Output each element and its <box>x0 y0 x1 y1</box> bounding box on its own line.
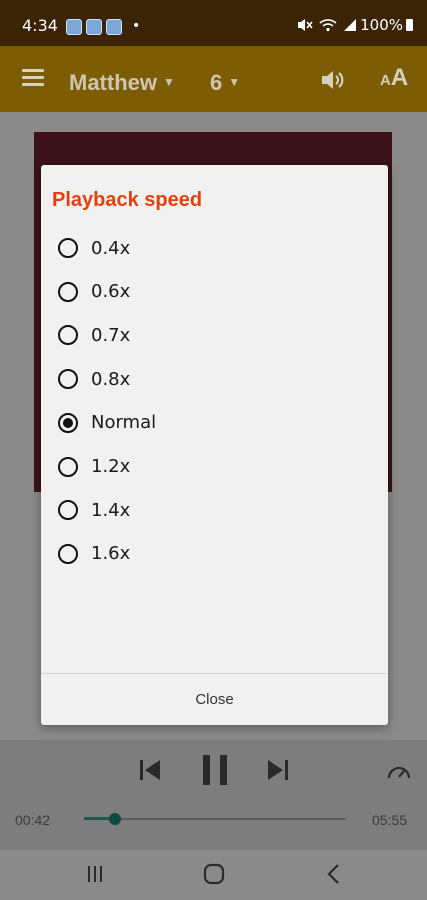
close-button[interactable]: Close <box>41 674 388 725</box>
total-duration: 05:55 <box>372 812 408 828</box>
progress-slider[interactable] <box>84 813 346 825</box>
speed-option-label: 0.6x <box>91 281 131 303</box>
menu-icon[interactable] <box>22 69 44 86</box>
signal-icon <box>344 19 356 31</box>
notification-icon <box>66 19 82 35</box>
pause-icon[interactable] <box>200 754 230 786</box>
speed-option-label: 1.6x <box>91 543 131 565</box>
speed-option[interactable]: 1.6x <box>58 539 130 569</box>
notification-icon <box>106 19 122 35</box>
speed-option[interactable]: 0.6x <box>58 277 130 307</box>
text-size-large: A <box>390 64 409 91</box>
speed-option[interactable]: 0.7x <box>58 320 130 350</box>
status-bar: 4:34 • 100% <box>0 0 427 46</box>
speed-option-label: 0.7x <box>91 324 131 346</box>
speed-option[interactable]: 1.4x <box>58 495 130 525</box>
notification-icon <box>86 19 102 35</box>
playback-speed-dialog: Playback speed 0.4x 0.6x 0.7x 0.8x Normal 1.2… <box>41 165 388 725</box>
radio-unchecked-icon[interactable] <box>58 543 78 564</box>
speed-option-label: 1.2x <box>91 456 131 477</box>
text-size-small: A <box>380 72 391 89</box>
radio-unchecked-icon[interactable] <box>58 281 78 302</box>
system-navigation-bar <box>0 850 427 900</box>
radio-unchecked-icon[interactable] <box>58 456 78 477</box>
chapter-selector[interactable]: 6 ▼ <box>210 70 240 96</box>
back-icon[interactable] <box>326 863 342 885</box>
speed-option-label: 1.4x <box>91 499 131 521</box>
mute-icon <box>298 19 313 31</box>
radio-unchecked-icon[interactable] <box>58 238 78 258</box>
radio-unchecked-icon[interactable] <box>58 500 78 521</box>
text-size-icon[interactable]: AA <box>380 64 408 92</box>
recents-icon[interactable] <box>85 864 105 884</box>
radio-unchecked-icon[interactable] <box>58 369 78 390</box>
elapsed-time: 00:42 <box>15 812 51 828</box>
app-toolbar: Matthew ▼ 6 ▼ AA <box>0 46 427 112</box>
dialog-title: Playback speed <box>52 189 203 211</box>
skip-previous-icon[interactable] <box>138 758 164 782</box>
speed-option[interactable]: 1.2x <box>58 452 130 482</box>
book-selector[interactable]: Matthew ▼ <box>69 70 175 96</box>
status-time: 4:34 <box>22 16 58 35</box>
speaker-icon[interactable] <box>320 68 346 92</box>
speed-option[interactable]: 0.4x <box>58 233 130 263</box>
status-dot: • <box>132 18 141 34</box>
home-icon[interactable] <box>203 863 225 885</box>
audio-player: 00:42 05:55 <box>0 740 427 850</box>
chapter-number: 6 <box>210 70 223 95</box>
skip-next-icon[interactable] <box>264 758 290 782</box>
chevron-down-icon: ▼ <box>228 75 241 89</box>
wifi-icon <box>319 19 337 32</box>
speedometer-icon[interactable] <box>386 760 412 782</box>
radio-unchecked-icon[interactable] <box>58 325 78 346</box>
speed-option[interactable]: Normal <box>58 408 156 438</box>
status-right-icons <box>297 18 357 32</box>
chevron-down-icon: ▼ <box>163 75 175 89</box>
radio-checked-icon[interactable] <box>58 412 78 433</box>
book-name: Matthew <box>69 70 157 95</box>
notification-icons <box>66 19 122 35</box>
speed-option-label: Normal <box>91 412 157 434</box>
battery-level: 100% <box>360 16 413 34</box>
progress-thumb[interactable] <box>108 813 121 825</box>
speed-option-label: 0.4x <box>91 237 131 259</box>
speed-option[interactable]: 0.8x <box>58 364 130 394</box>
speed-option-label: 0.8x <box>91 368 131 390</box>
